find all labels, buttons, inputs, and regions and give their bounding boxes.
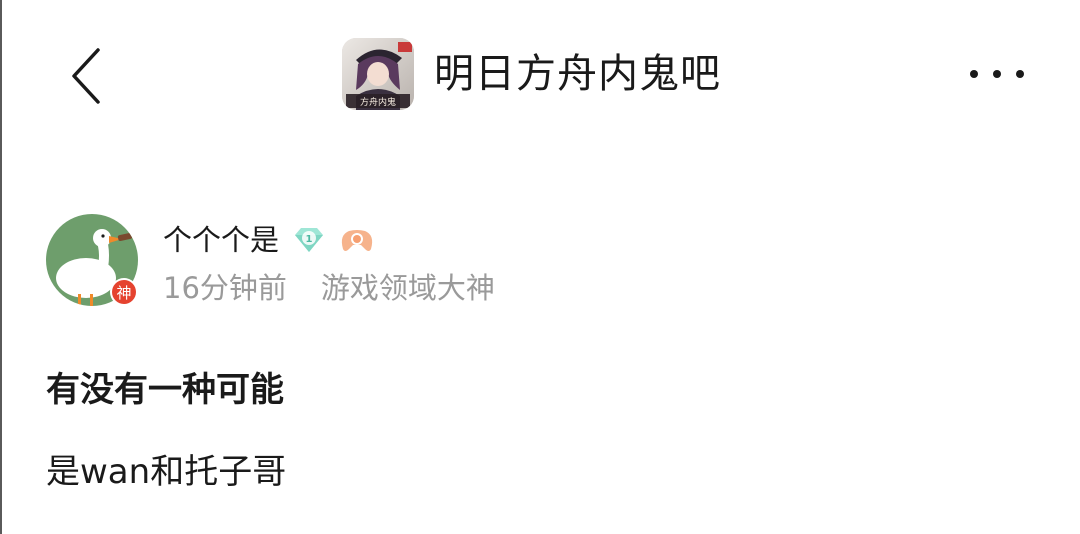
forum-avatar-image: 方舟内鬼 [342,38,414,110]
chevron-left-icon [72,48,100,104]
author-title: 游戏领域大神 [320,271,495,305]
forum-title[interactable]: 明日方舟内鬼吧 [434,54,721,94]
forum-header[interactable]: 方舟内鬼 明日方舟内鬼吧 [342,36,721,112]
author-avatar-badge-label: 神 [116,284,131,302]
forum-avatar-caption: 方舟内鬼 [360,96,396,108]
top-nav-bar: 方舟内鬼 明日方舟内鬼吧 [0,0,1080,150]
author-level-number: 1 [306,234,313,245]
author-avatar[interactable]: 神 [46,214,140,308]
post-title[interactable]: 有没有一种可能 [46,370,284,411]
author-name[interactable]: 个个个是 [163,225,279,255]
post-meta: 16分钟前 游戏领域大神 [163,266,495,306]
gamepad-icon [341,230,373,251]
author-row: 个个个是 1 [163,220,377,260]
post-body[interactable]: 是wan和托子哥 [46,452,286,493]
diamond-level-icon: 1 [295,228,324,252]
more-options-button[interactable] [966,62,1028,86]
back-button[interactable] [62,44,112,108]
more-dots-icon [970,70,1024,78]
forum-avatar[interactable]: 方舟内鬼 [342,38,414,110]
post-timestamp: 16分钟前 [163,271,287,305]
goose-avatar-image: 神 [46,214,138,306]
